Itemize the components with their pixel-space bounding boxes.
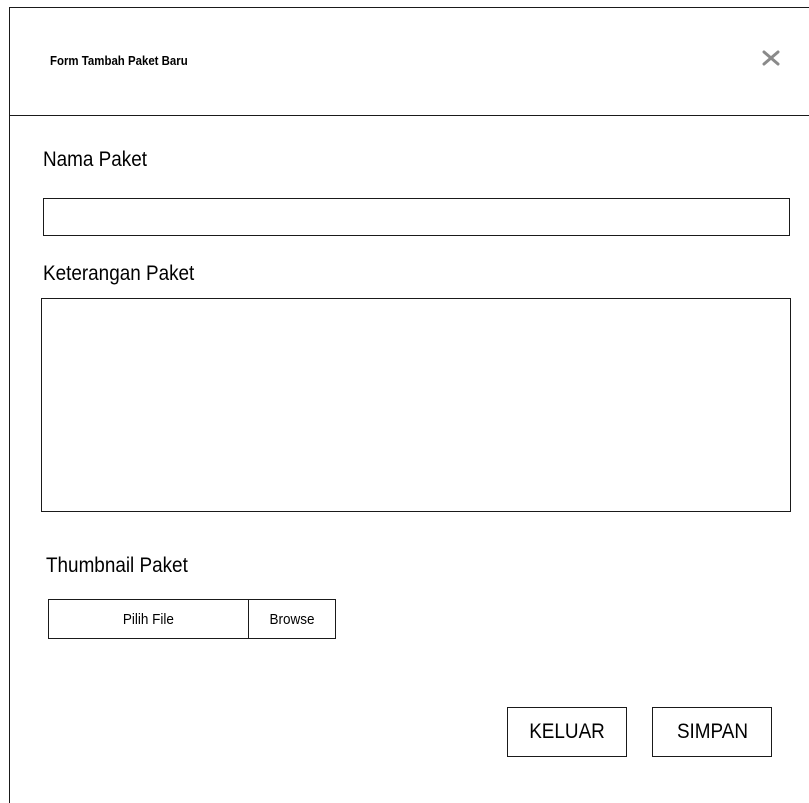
file-name-field[interactable]: Pilih File <box>49 600 249 638</box>
keterangan-paket-textarea[interactable] <box>41 298 791 512</box>
simpan-button[interactable]: SIMPAN <box>652 707 772 757</box>
thumbnail-file-picker: Pilih File Browse <box>48 599 336 639</box>
dialog-header: Form Tambah Paket Baru <box>10 8 809 116</box>
simpan-button-label: SIMPAN <box>676 720 748 743</box>
thumbnail-paket-label: Thumbnail Paket <box>46 554 188 577</box>
keluar-button[interactable]: KELUAR <box>507 707 627 757</box>
browse-button[interactable]: Browse <box>249 600 335 638</box>
close-button[interactable] <box>760 46 784 70</box>
nama-paket-input[interactable] <box>43 198 790 236</box>
keluar-button-label: KELUAR <box>529 720 605 743</box>
browse-button-label: Browse <box>269 610 315 628</box>
file-placeholder: Pilih File <box>122 610 175 628</box>
close-icon <box>762 50 780 66</box>
keterangan-paket-label: Keterangan Paket <box>43 262 195 285</box>
add-package-dialog: Form Tambah Paket Baru Nama Paket Ketera… <box>9 7 809 803</box>
nama-paket-label: Nama Paket <box>43 148 148 171</box>
dialog-title: Form Tambah Paket Baru <box>50 53 188 68</box>
